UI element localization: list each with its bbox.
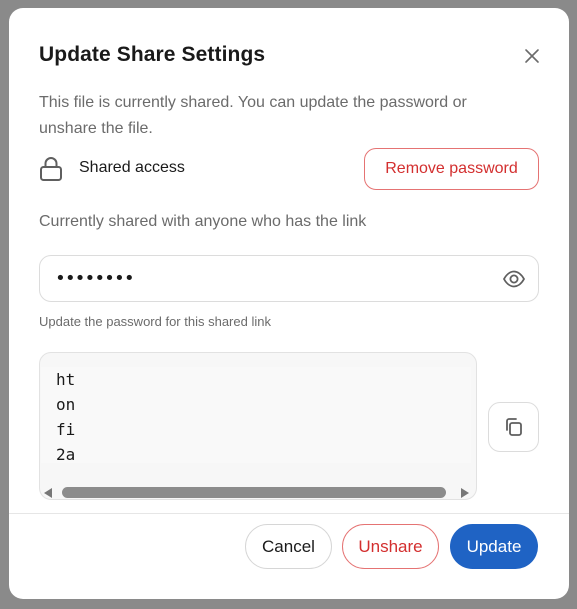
password-hint: Update the password for this shared link xyxy=(39,314,271,329)
password-value: •••••••• xyxy=(55,268,135,289)
share-link-content: ht on fi 2a xyxy=(41,367,471,464)
remove-password-button[interactable]: Remove password xyxy=(364,148,539,190)
cancel-button[interactable]: Cancel xyxy=(245,524,332,569)
horizontal-scrollbar[interactable] xyxy=(40,484,476,499)
shared-access-label: Shared access xyxy=(79,159,185,176)
eye-icon[interactable] xyxy=(502,268,526,290)
dialog-title: Update Share Settings xyxy=(39,43,266,66)
share-link-line: ht xyxy=(56,370,76,389)
lock-icon xyxy=(40,157,62,181)
share-link-line: fi xyxy=(56,420,76,439)
password-input[interactable]: •••••••• xyxy=(39,255,539,302)
scrollbar-thumb[interactable] xyxy=(62,487,446,498)
dialog-description: This file is currently shared. You can u… xyxy=(39,94,467,137)
shared-with-text: Currently shared with anyone who has the… xyxy=(39,213,367,230)
copy-icon xyxy=(505,418,522,436)
share-link-line: on xyxy=(56,395,76,414)
unshare-button[interactable]: Unshare xyxy=(342,524,439,569)
update-button[interactable]: Update xyxy=(450,524,538,569)
shared-access-row: Shared access Remove password xyxy=(39,148,539,190)
share-link-textarea[interactable]: ht on fi 2a xyxy=(39,352,477,500)
copy-link-button[interactable] xyxy=(488,402,539,452)
close-icon xyxy=(525,49,539,63)
footer-divider xyxy=(9,513,569,514)
scroll-left-arrow-icon[interactable] xyxy=(44,488,52,498)
share-link-line: 2a xyxy=(56,445,76,464)
share-settings-dialog: Update Share Settings This file is curre… xyxy=(9,8,569,599)
close-button[interactable] xyxy=(517,44,547,68)
scroll-right-arrow-icon[interactable] xyxy=(461,488,469,498)
